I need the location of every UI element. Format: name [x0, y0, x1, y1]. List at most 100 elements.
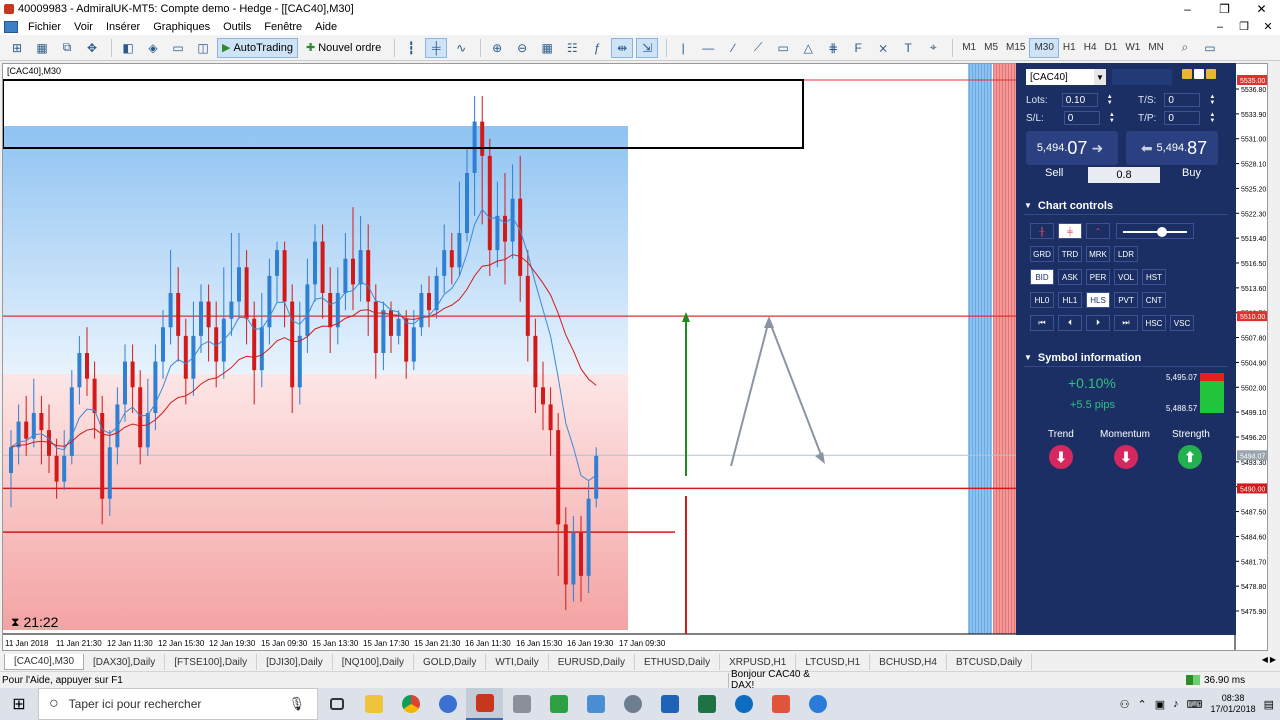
tab-dji30[interactable]: [DJI30],Daily — [257, 654, 333, 670]
timeframe-mn[interactable]: MN — [1144, 38, 1168, 58]
network-icon[interactable]: ▣ — [1155, 698, 1165, 711]
symbol-info-header[interactable]: ▼ Symbol information — [1024, 349, 1228, 367]
maximize-button[interactable]: ❐ — [1206, 0, 1243, 18]
profiles-icon[interactable]: ▦ — [31, 38, 53, 58]
tab-nq100[interactable]: [NQ100],Daily — [333, 654, 415, 670]
triangle-icon[interactable]: △ — [797, 38, 819, 58]
lots-spinner[interactable]: ▲ ▼ — [1106, 93, 1114, 107]
copy-icon[interactable] — [1182, 69, 1192, 79]
bar-chart-icon[interactable]: ┇ — [400, 38, 422, 58]
expand-icon[interactable] — [1206, 69, 1216, 79]
cc-grd[interactable]: GRD — [1030, 246, 1054, 262]
timeframe-h4[interactable]: H4 — [1080, 38, 1101, 58]
notifications-icon[interactable]: ▤ — [1264, 698, 1274, 711]
menu-outils[interactable]: Outils — [219, 21, 260, 33]
menu-inserer[interactable]: Insérer — [102, 21, 149, 33]
cursor-icon[interactable]: | — [672, 38, 694, 58]
data-window-icon[interactable]: ◧ — [117, 38, 139, 58]
zoom-in-icon[interactable]: ⊕ — [486, 38, 508, 58]
menu-voir[interactable]: Voir — [70, 21, 102, 33]
buy-label[interactable]: Buy — [1182, 167, 1201, 179]
cc-hst[interactable]: HST — [1142, 269, 1166, 285]
menu-aide[interactable]: Aide — [311, 21, 346, 33]
tp-input[interactable]: 0 — [1164, 111, 1201, 125]
connection-status[interactable]: 36.90 ms — [1186, 675, 1245, 686]
first-bar-button[interactable]: ⏮ — [1030, 315, 1054, 331]
indicators-icon[interactable]: ☷ — [561, 38, 583, 58]
close-button[interactable]: ✕ — [1243, 0, 1280, 18]
timeframe-d1[interactable]: D1 — [1101, 38, 1122, 58]
tab-dax30[interactable]: [DAX30],Daily — [84, 654, 166, 670]
timeframe-h1[interactable]: H1 — [1059, 38, 1080, 58]
menu-fichier[interactable]: Fichier — [24, 21, 70, 33]
tab-ethusd[interactable]: ETHUSD,Daily — [635, 654, 721, 670]
timeframe-m30[interactable]: M30 — [1029, 37, 1059, 58]
line-chart-icon[interactable]: ∿ — [450, 38, 472, 58]
cc-ldr[interactable]: LDR — [1114, 246, 1138, 262]
tp-spinner[interactable]: ▲ ▼ — [1208, 111, 1216, 125]
excel-icon[interactable] — [688, 688, 725, 720]
chrome-icon[interactable] — [392, 688, 429, 720]
camtasia-icon[interactable] — [540, 688, 577, 720]
tab-bchusd[interactable]: BCHUSD,H4 — [870, 654, 947, 670]
file-explorer-icon[interactable] — [355, 688, 392, 720]
ts-input[interactable]: 0 — [1164, 93, 1201, 107]
child-restore-button[interactable]: ❐ — [1232, 18, 1256, 35]
search-icon[interactable]: ⌕ — [1174, 38, 1196, 58]
minimize-button[interactable]: – — [1169, 0, 1206, 18]
cc-hls[interactable]: HLS — [1086, 292, 1110, 308]
buy-quote-button[interactable]: ⬅ 5,494. 87 — [1126, 131, 1218, 165]
tab-eurusd[interactable]: EURUSD,Daily — [549, 654, 635, 670]
zoom-slider[interactable] — [1116, 223, 1194, 239]
cc-mrk[interactable]: MRK — [1086, 246, 1110, 262]
tab-ftse100[interactable]: [FTSE100],Daily — [165, 654, 258, 670]
editor-icon[interactable] — [577, 688, 614, 720]
language-icon[interactable]: ⌨ — [1187, 698, 1203, 711]
cc-vsc[interactable]: VSC — [1170, 315, 1194, 331]
autotrading-button[interactable]: ▶ AutoTrading — [217, 37, 298, 58]
cc-trd[interactable]: TRD — [1058, 246, 1082, 262]
chart-controls-header[interactable]: ▼ Chart controls — [1024, 197, 1228, 215]
candlestick-icon[interactable]: ╪ — [425, 37, 448, 58]
rectangle-icon[interactable]: ▭ — [772, 38, 794, 58]
sl-input[interactable]: 0 — [1063, 111, 1100, 125]
market-watch-icon[interactable]: ✥ — [81, 38, 103, 58]
paint-icon[interactable] — [429, 688, 466, 720]
timeframe-m15[interactable]: M15 — [1002, 38, 1029, 58]
tile-windows-icon[interactable]: ▦ — [536, 38, 558, 58]
outlook-icon[interactable] — [651, 688, 688, 720]
cc-vol[interactable]: VOL — [1114, 269, 1138, 285]
last-bar-button[interactable]: ⏭ — [1114, 315, 1138, 331]
microphone-icon[interactable]: 🎙 — [288, 696, 305, 712]
new-chart-icon[interactable]: ⊞ — [6, 38, 28, 58]
menu-graphiques[interactable]: Graphiques — [149, 21, 219, 33]
people-icon[interactable]: ⚇ — [1120, 698, 1130, 711]
gann-icon[interactable]: ⨯ — [872, 38, 894, 58]
photos-icon[interactable] — [503, 688, 540, 720]
cc-bid[interactable]: BID — [1030, 269, 1054, 285]
sell-label[interactable]: Sell — [1045, 167, 1063, 179]
cc-hl0[interactable]: HL0 — [1030, 292, 1054, 308]
cc-cnt[interactable]: CNT — [1142, 292, 1166, 308]
navigator-icon[interactable]: ⧉ — [56, 38, 78, 58]
slider-knob[interactable] — [1157, 227, 1167, 237]
ts-spinner[interactable]: ▲ ▼ — [1208, 93, 1216, 107]
windows-start-icon[interactable]: ⊞ — [0, 688, 38, 720]
sell-quote-button[interactable]: 5,494. 07 ➜ — [1026, 131, 1118, 165]
metaeditor-icon[interactable]: ◫ — [192, 38, 214, 58]
shapes-icon[interactable]: ⌖ — [922, 38, 944, 58]
timeframe-w1[interactable]: W1 — [1121, 38, 1144, 58]
channel-icon[interactable]: F — [847, 38, 869, 58]
prev-bar-button[interactable]: ⏴ — [1058, 315, 1082, 331]
taskbar-search[interactable]: ○ Taper ici pour rechercher 🎙 — [38, 688, 318, 720]
cc-hsc[interactable]: HSC — [1142, 315, 1166, 331]
horizontal-line-icon[interactable]: ∕ — [722, 38, 744, 58]
tab-scroll-left-icon[interactable]: ◀ — [1262, 655, 1268, 664]
tab-wti[interactable]: WTI,Daily — [486, 654, 549, 670]
new-order-button[interactable]: ✚ Nouvel ordre — [302, 38, 385, 58]
tab-ltcusd[interactable]: LTCUSD,H1 — [796, 654, 871, 670]
show-hidden-icon[interactable]: ⌃ — [1138, 698, 1147, 711]
tab-btcusd[interactable]: BTCUSD,Daily — [947, 654, 1033, 670]
autoscroll-icon[interactable]: ⇹ — [611, 37, 634, 58]
next-bar-button[interactable]: ⏵ — [1086, 315, 1110, 331]
